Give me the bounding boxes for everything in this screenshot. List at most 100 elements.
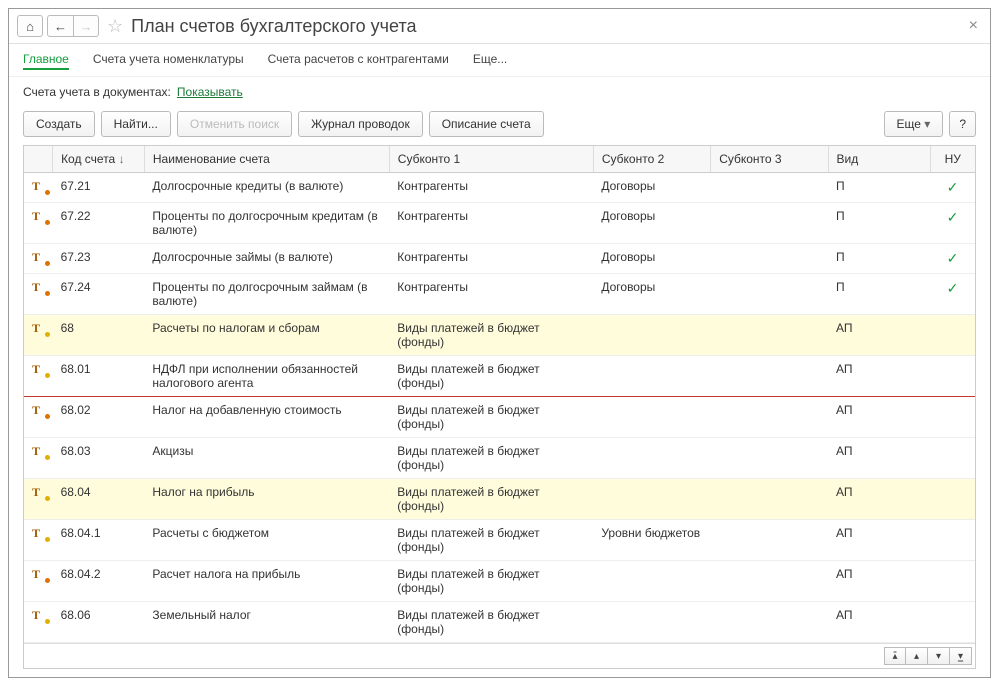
account-type-icon: Т <box>32 362 48 377</box>
create-button[interactable]: Создать <box>23 111 95 137</box>
more-button[interactable]: Еще <box>884 111 944 137</box>
page-first[interactable]: ▴̄ <box>884 647 906 665</box>
cell-sub1: Виды платежей в бюджет (фонды) <box>389 438 593 479</box>
col-code[interactable]: Код счета <box>53 146 145 173</box>
cell-sub2: Договоры <box>593 203 710 244</box>
cell-sub2: Договоры <box>593 173 710 203</box>
col-subconto2[interactable]: Субконто 2 <box>593 146 710 173</box>
cell-code: 67.24 <box>53 274 145 315</box>
cell-sub1: Контрагенты <box>389 244 593 274</box>
cell-nu <box>930 397 975 438</box>
cell-vid: АП <box>828 520 930 561</box>
cell-nu <box>930 438 975 479</box>
tab-nomenclature[interactable]: Счета учета номенклатуры <box>93 50 244 70</box>
cell-sub3 <box>711 479 828 520</box>
close-icon[interactable]: × <box>969 17 978 35</box>
table-row[interactable]: Т68.01НДФЛ при исполнении обязанностей н… <box>24 356 975 397</box>
show-accounts-link[interactable]: Показывать <box>177 85 243 99</box>
cell-sub3 <box>711 173 828 203</box>
cell-vid: АП <box>828 397 930 438</box>
cell-sub1: Виды платежей в бюджет (фонды) <box>389 602 593 643</box>
cell-sub2 <box>593 315 710 356</box>
table-row[interactable]: Т67.24Проценты по долгосрочным займам (в… <box>24 274 975 315</box>
cell-name: Налог на добавленную стоимость <box>144 397 389 438</box>
table-row[interactable]: Т68Расчеты по налогам и сборамВиды плате… <box>24 315 975 356</box>
cell-vid: АП <box>828 356 930 397</box>
cell-nu: ✓ <box>930 274 975 315</box>
cell-name: Расчеты по налогам и сборам <box>144 315 389 356</box>
cell-code: 67.21 <box>53 173 145 203</box>
tab-more[interactable]: Еще... <box>473 50 507 70</box>
cell-nu <box>930 561 975 602</box>
page-title: План счетов бухгалтерского учета <box>131 16 416 37</box>
cell-sub3 <box>711 438 828 479</box>
cell-nu: ✓ <box>930 203 975 244</box>
check-icon: ✓ <box>947 179 959 195</box>
tab-main[interactable]: Главное <box>23 50 69 70</box>
col-vid[interactable]: Вид <box>828 146 930 173</box>
check-icon: ✓ <box>947 280 959 296</box>
find-button[interactable]: Найти... <box>101 111 171 137</box>
col-nu[interactable]: НУ <box>930 146 975 173</box>
cell-code: 68 <box>53 315 145 356</box>
cell-vid: П <box>828 173 930 203</box>
home-button[interactable]: ⌂ <box>17 15 43 37</box>
tab-bar: Главное Счета учета номенклатуры Счета р… <box>9 44 990 77</box>
journal-button[interactable]: Журнал проводок <box>298 111 423 137</box>
cell-nu <box>930 602 975 643</box>
check-icon: ✓ <box>947 209 959 225</box>
cell-sub3 <box>711 244 828 274</box>
cell-vid: П <box>828 274 930 315</box>
cell-code: 68.04.1 <box>53 520 145 561</box>
cell-sub2 <box>593 602 710 643</box>
cell-sub3 <box>711 203 828 244</box>
col-subconto1[interactable]: Субконто 1 <box>389 146 593 173</box>
account-type-icon: Т <box>32 321 48 336</box>
cell-sub3 <box>711 520 828 561</box>
cell-vid: АП <box>828 479 930 520</box>
cell-nu <box>930 356 975 397</box>
cell-code: 68.01 <box>53 356 145 397</box>
check-icon: ✓ <box>947 250 959 266</box>
favorite-icon[interactable]: ☆ <box>107 16 123 37</box>
cell-vid: АП <box>828 315 930 356</box>
cell-sub1: Виды платежей в бюджет (фонды) <box>389 356 593 397</box>
cell-vid: АП <box>828 602 930 643</box>
col-icon[interactable] <box>24 146 53 173</box>
cell-code: 68.02 <box>53 397 145 438</box>
table-row[interactable]: Т67.23Долгосрочные займы (в валюте)Контр… <box>24 244 975 274</box>
col-name[interactable]: Наименование счета <box>144 146 389 173</box>
description-button[interactable]: Описание счета <box>429 111 544 137</box>
help-button[interactable]: ? <box>949 111 976 137</box>
cell-nu <box>930 315 975 356</box>
table-row[interactable]: Т68.06Земельный налогВиды платежей в бюд… <box>24 602 975 643</box>
cell-sub3 <box>711 602 828 643</box>
table-row[interactable]: Т68.02Налог на добавленную стоимостьВиды… <box>24 397 975 438</box>
cell-sub1: Виды платежей в бюджет (фонды) <box>389 479 593 520</box>
cell-name: Долгосрочные займы (в валюте) <box>144 244 389 274</box>
back-button[interactable]: ← <box>47 15 73 37</box>
account-type-icon: Т <box>32 608 48 623</box>
cell-name: Проценты по долгосрочным кредитам (в вал… <box>144 203 389 244</box>
subbar: Счета учета в документах: Показывать <box>9 77 990 107</box>
col-subconto3[interactable]: Субконто 3 <box>711 146 828 173</box>
table-row[interactable]: Т67.22Проценты по долгосрочным кредитам … <box>24 203 975 244</box>
page-last[interactable]: ▾̲ <box>950 647 972 665</box>
cell-name: Расчет налога на прибыль <box>144 561 389 602</box>
forward-button: → <box>73 15 99 37</box>
tab-counterparties[interactable]: Счета расчетов с контрагентами <box>268 50 449 70</box>
cell-nu <box>930 520 975 561</box>
table-row[interactable]: Т68.04Налог на прибыльВиды платежей в бю… <box>24 479 975 520</box>
table-row[interactable]: Т68.04.2Расчет налога на прибыльВиды пла… <box>24 561 975 602</box>
table-row[interactable]: Т68.04.1Расчеты с бюджетомВиды платежей … <box>24 520 975 561</box>
page-up[interactable]: ▴ <box>906 647 928 665</box>
cell-code: 68.04 <box>53 479 145 520</box>
cell-sub2 <box>593 397 710 438</box>
header-row: Код счета Наименование счета Субконто 1 … <box>24 146 975 173</box>
page-down[interactable]: ▾ <box>928 647 950 665</box>
cell-vid: П <box>828 203 930 244</box>
table-row[interactable]: Т68.03АкцизыВиды платежей в бюджет (фонд… <box>24 438 975 479</box>
cell-name: Долгосрочные кредиты (в валюте) <box>144 173 389 203</box>
cell-nu <box>930 479 975 520</box>
table-row[interactable]: Т67.21Долгосрочные кредиты (в валюте)Кон… <box>24 173 975 203</box>
